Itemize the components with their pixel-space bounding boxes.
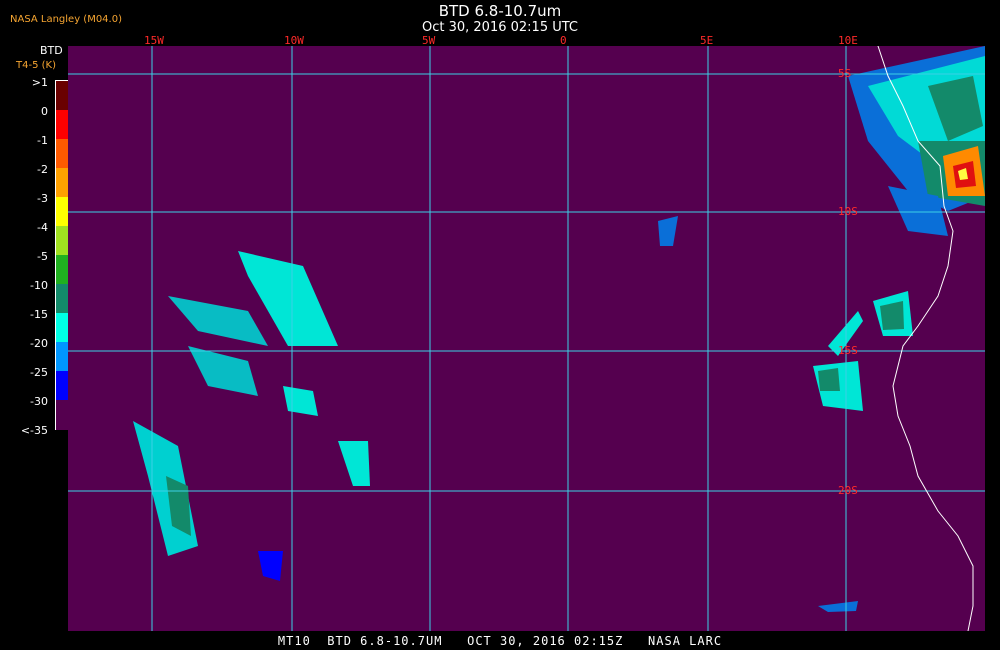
image-timestamp: Oct 30, 2016 02:15 UTC [422,20,578,35]
map-panel: 15W 10W 5W 0 5E 10E 5S 10S 15S 20S [68,0,985,632]
cloud-features [133,46,985,612]
latitude-label: 5S [838,67,852,80]
longitude-label: 5W [422,34,436,47]
legend-title: BTD [40,44,63,57]
latitude-label: 20S [838,484,858,497]
legend-label: -15 [30,308,48,321]
longitude-label: 15W [144,34,164,47]
cloud-band-west-3 [188,346,258,396]
legend-label: >1 [31,76,48,89]
legend-label: -10 [30,279,48,292]
legend-label: -30 [30,395,48,408]
legend-units: T4-5 (K) [16,60,56,71]
legend-label: -2 [37,163,48,176]
cloud-cluster-east-1-core [880,301,904,330]
image-footer: MT10 BTD 6.8-10.7UM OCT 30, 2016 02:15Z … [277,634,723,648]
legend-label: <-35 [20,424,48,437]
cloud-blue-small-1 [658,216,678,246]
cloud-south-central [338,441,370,486]
legend-label: -20 [30,337,48,350]
latitude-label: 10S [838,205,858,218]
latitude-label: 15S [838,344,858,357]
product-title: BTD 6.8-10.7um [438,2,562,20]
map-canvas [68,0,985,632]
legend-label: -5 [37,250,48,263]
cloud-blue-south [258,551,283,581]
longitude-label: 10W [284,34,304,47]
cloud-band-southwest [133,421,198,556]
legend-label: -3 [37,192,48,205]
legend-label: 0 [41,105,48,118]
legend-label: -1 [37,134,48,147]
longitude-label: 5E [700,34,714,47]
satellite-image-viewer: { "header": { "title": "BTD 6.8-10.7um",… [0,0,1000,650]
longitude-label: 10E [838,34,858,47]
cloud-band-west-4 [283,386,318,416]
cloud-blue-small-2 [818,601,858,612]
legend-label: -4 [37,221,48,234]
source-label: NASA Langley (M04.0) [10,14,122,25]
legend-label: -25 [30,366,48,379]
cloud-band-west-2 [168,296,268,346]
cloud-cluster-east-2-core [818,368,840,391]
longitude-label: 0 [560,34,567,47]
